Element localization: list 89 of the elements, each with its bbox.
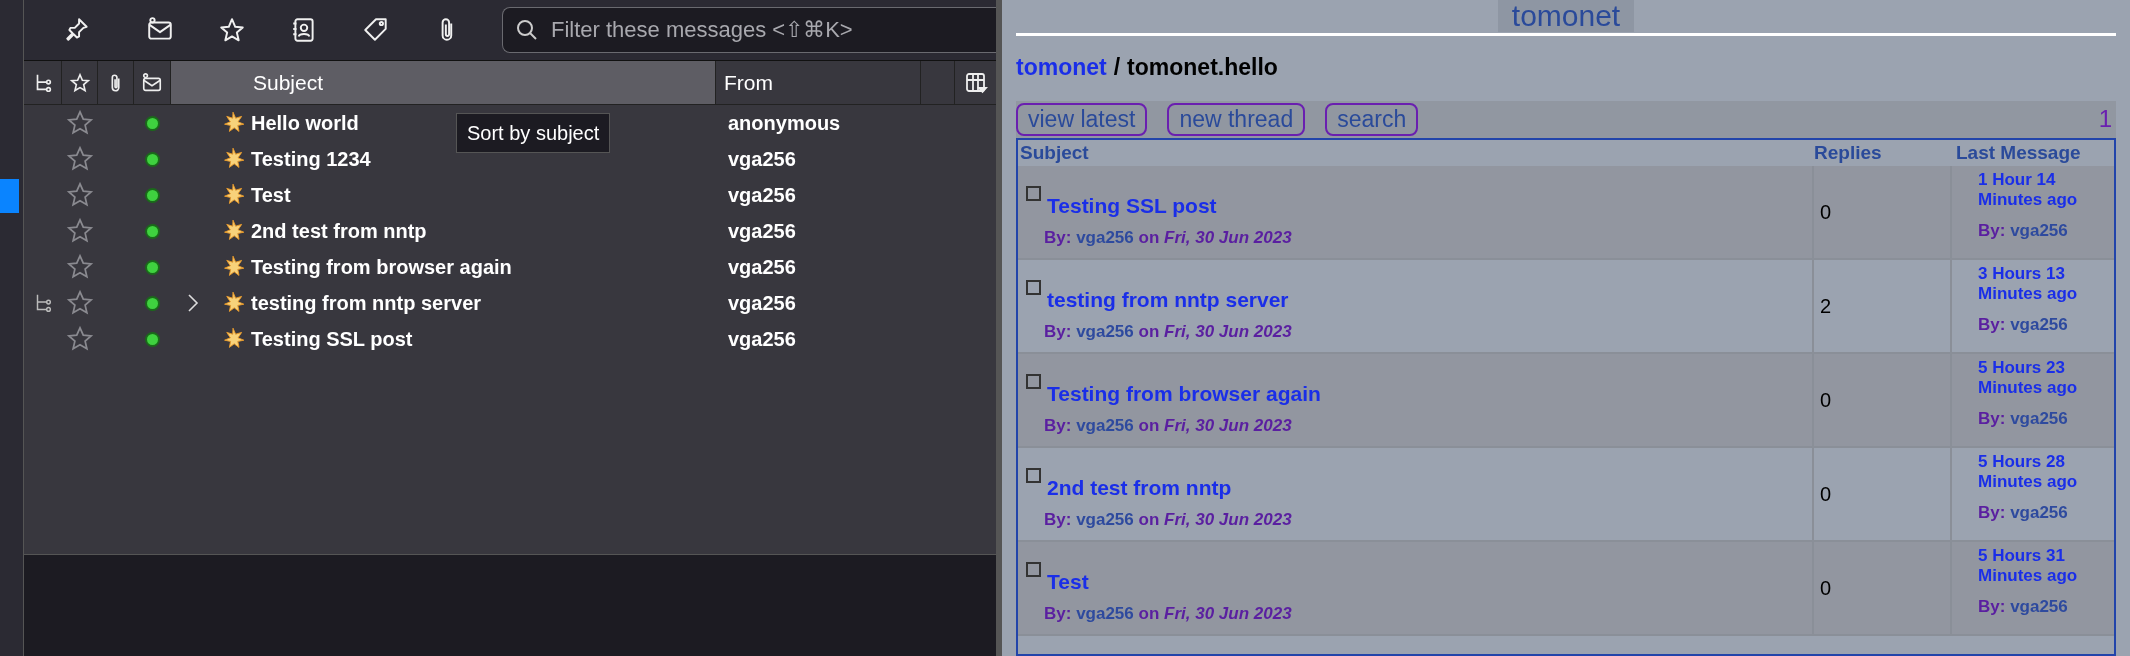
thread-link[interactable]: Testing from browser again xyxy=(1047,377,1321,409)
last-message-byline: By: vga256 xyxy=(1978,407,2069,430)
message-sender: vga256 xyxy=(728,292,796,314)
message-sender: vga256 xyxy=(728,220,796,242)
last-message-byline: By: vga256 xyxy=(1978,595,2069,618)
last-message-link[interactable]: 5 Hours 31 Minutes ago xyxy=(1978,545,2088,586)
reply-count: 0 xyxy=(1820,199,1832,225)
last-message-link[interactable]: 5 Hours 28 Minutes ago xyxy=(1978,451,2088,492)
search-icon xyxy=(516,19,538,41)
column-header: Subject xyxy=(1020,141,1089,163)
sparkle-icon xyxy=(221,255,245,279)
square-icon xyxy=(1026,561,1041,577)
chevron-right-icon[interactable] xyxy=(186,293,200,313)
message-sender: anonymous xyxy=(728,112,841,134)
message-subject: Hello world xyxy=(251,112,359,134)
author-link[interactable]: vga256 xyxy=(1076,322,1134,341)
last-message-link[interactable]: 3 Hours 13 Minutes ago xyxy=(1978,263,2088,304)
reply-count: 0 xyxy=(1820,575,1832,601)
last-message-byline: By: vga256 xyxy=(1978,219,2069,242)
reply-count: 2 xyxy=(1820,293,1832,319)
author-link[interactable]: vga256 xyxy=(2010,408,2068,428)
column-header[interactable]: Subject xyxy=(171,61,716,104)
message-subject: Testing 1234 xyxy=(251,148,371,170)
thread-byline: By: vga256 on Fri, 30 Jun 2023 xyxy=(1044,321,1293,343)
author-link[interactable]: vga256 xyxy=(1076,510,1134,529)
author-link[interactable]: vga256 xyxy=(1076,228,1134,247)
thread-link[interactable]: Test xyxy=(1047,565,1089,597)
sparkle-icon xyxy=(221,111,245,135)
search-field[interactable]: Filter these messages <⇧⌘K> xyxy=(502,7,996,53)
thread-byline: By: vga256 on Fri, 30 Jun 2023 xyxy=(1044,415,1293,437)
breadcrumb-separator: / xyxy=(1113,53,1121,82)
forum-button[interactable]: new thread xyxy=(1167,102,1306,136)
reply-count: 0 xyxy=(1820,387,1832,413)
message-sender: vga256 xyxy=(728,148,796,170)
page-number[interactable]: 1 xyxy=(2098,101,2112,137)
thread-link[interactable]: testing from nntp server xyxy=(1047,283,1289,315)
column-picker-icon[interactable] xyxy=(963,70,988,95)
column-header: Last Message xyxy=(1956,141,2081,163)
breadcrumb-link[interactable]: tomonet xyxy=(1016,50,1107,85)
square-icon xyxy=(1026,279,1041,295)
star-column-icon[interactable] xyxy=(68,71,91,94)
author-link[interactable]: vga256 xyxy=(2010,314,2068,334)
message-sender: vga256 xyxy=(728,184,796,206)
site-title: tomonet xyxy=(1497,0,1635,32)
message-subject: testing from nntp server xyxy=(251,292,482,314)
square-icon xyxy=(1026,373,1041,389)
sparkle-icon xyxy=(221,147,245,171)
author-link[interactable]: vga256 xyxy=(1076,604,1134,623)
star-icon[interactable] xyxy=(66,145,94,173)
message-subject: Testing SSL post xyxy=(251,328,413,350)
column-header: Replies xyxy=(1814,141,1882,163)
message-sender: vga256 xyxy=(728,256,796,278)
star-icon[interactable] xyxy=(66,181,94,209)
read-status-column-icon[interactable] xyxy=(141,71,163,94)
reply-count: 0 xyxy=(1820,481,1832,507)
sparkle-icon xyxy=(221,327,245,351)
last-message-link[interactable]: 5 Hours 23 Minutes ago xyxy=(1978,357,2088,398)
thread-byline: By: vga256 on Fri, 30 Jun 2023 xyxy=(1044,227,1293,249)
thread-link[interactable]: Testing SSL post xyxy=(1047,189,1217,221)
author-link[interactable]: vga256 xyxy=(2010,220,2068,240)
tag-icon[interactable] xyxy=(362,16,390,44)
author-link[interactable]: vga256 xyxy=(1076,416,1134,435)
sparkle-icon xyxy=(221,291,245,315)
message-subject: Testing from browser again xyxy=(251,256,512,278)
message-subject: 2nd test from nntp xyxy=(251,220,427,242)
breadcrumb-current: tomonet.hello xyxy=(1127,53,1278,82)
star-icon[interactable] xyxy=(218,16,246,44)
thread-byline: By: vga256 on Fri, 30 Jun 2023 xyxy=(1044,603,1293,625)
forum-button[interactable]: view latest xyxy=(1016,102,1148,136)
sparkle-icon xyxy=(221,219,245,243)
forum-button[interactable]: search xyxy=(1325,102,1419,136)
star-icon[interactable] xyxy=(66,217,94,245)
author-link[interactable]: vga256 xyxy=(2010,596,2068,616)
star-icon[interactable] xyxy=(66,289,94,317)
last-message-byline: By: vga256 xyxy=(1978,313,2069,336)
thread-byline: By: vga256 on Fri, 30 Jun 2023 xyxy=(1044,509,1293,531)
message-sender: vga256 xyxy=(728,328,796,350)
message-subject: Test xyxy=(251,184,291,206)
last-message-link[interactable]: 1 Hour 14 Minutes ago xyxy=(1978,169,2088,210)
star-icon[interactable] xyxy=(66,253,94,281)
tooltip: Sort by subject xyxy=(456,113,611,153)
star-icon[interactable] xyxy=(66,325,94,353)
last-message-byline: By: vga256 xyxy=(1978,501,2069,524)
square-icon xyxy=(1026,185,1041,201)
square-icon xyxy=(1026,467,1041,483)
thread-link[interactable]: 2nd test from nntp xyxy=(1047,471,1232,503)
author-link[interactable]: vga256 xyxy=(2010,502,2068,522)
sparkle-icon xyxy=(221,183,245,207)
star-icon[interactable] xyxy=(66,109,94,137)
